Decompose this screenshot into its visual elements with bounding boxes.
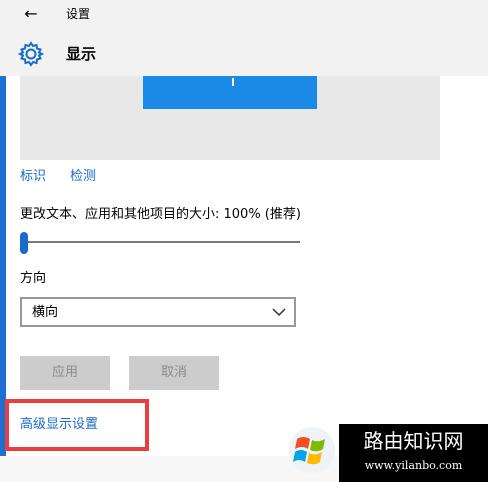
display-preview [20, 76, 440, 160]
orientation-label: 方向 [20, 271, 47, 286]
monitor-1-tile[interactable] [143, 76, 317, 109]
detect-link[interactable]: 检测 [70, 168, 96, 186]
gear-icon [17, 41, 45, 67]
identify-link[interactable]: 标识 [20, 168, 46, 186]
scale-slider-thumb[interactable] [20, 232, 28, 254]
apply-button[interactable]: 应用 [20, 356, 110, 390]
watermark: 路由知识网 www.yilanbo.com [339, 424, 488, 482]
advanced-display-settings-link[interactable]: 高级显示设置 [20, 416, 98, 434]
orientation-dropdown[interactable]: 横向 [20, 297, 296, 327]
scale-slider-track[interactable] [20, 241, 300, 243]
back-arrow-icon: ← [24, 4, 38, 23]
watermark-title: 路由知识网 [363, 429, 464, 453]
app-title: 设置 [66, 7, 91, 21]
windows-logo-icon [289, 427, 335, 473]
chevron-down-icon [272, 308, 286, 317]
monitor-marker [232, 78, 234, 86]
cancel-button[interactable]: 取消 [129, 356, 219, 390]
back-button[interactable]: ← [18, 2, 44, 26]
scale-label: 更改文本、应用和其他项目的大小: 100% (推荐) [20, 207, 301, 222]
page-title: 显示 [66, 45, 97, 63]
title-bar: ← 设置 [0, 0, 488, 28]
watermark-url: www.yilanbo.com [364, 459, 463, 472]
orientation-selected-value: 横向 [32, 305, 59, 320]
settings-header: ← 设置 显示 [0, 0, 488, 76]
